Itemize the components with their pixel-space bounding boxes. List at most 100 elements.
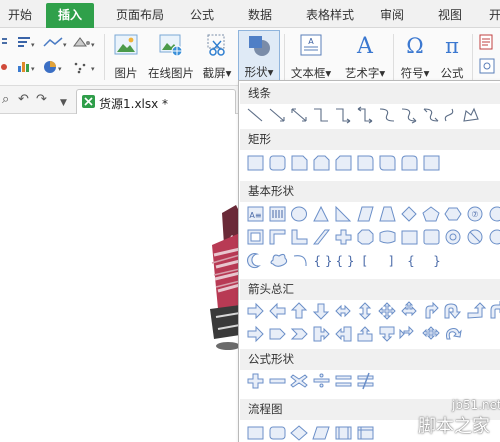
svg-text:A: A (356, 34, 374, 58)
textbox-button[interactable]: A 文本框▾ (287, 30, 335, 84)
svg-text:▾: ▾ (31, 65, 35, 73)
flowchart-shapes-row[interactable] (245, 423, 395, 442)
wordart-label: 艺术字▾ (344, 66, 386, 80)
tab-page-layout[interactable]: 页面布局 (104, 3, 176, 28)
screenshot-button[interactable]: 截屏▾ (198, 30, 236, 84)
svg-text:▾: ▾ (91, 41, 95, 49)
left-bracket-glyph: [ (363, 254, 368, 268)
chart-types-row1-icons[interactable]: ▾ ▾ ▾ (0, 34, 100, 52)
snip-diagonal-rectangle-shape (335, 155, 352, 171)
formula-button[interactable]: π 公式 (436, 30, 468, 84)
chart-types-row2-icons[interactable]: ▾ ▾ ▾ (0, 58, 100, 76)
minus-shape (269, 378, 286, 384)
round-diagonal-rectangle-shape (379, 155, 396, 171)
ribbon-separator (393, 34, 394, 80)
screenshot-label: 截屏▾ (202, 66, 232, 80)
bent-up-arrow-shape (490, 301, 500, 319)
svg-text:▾: ▾ (58, 65, 62, 73)
ribbon-tab-bar: 开始 插入 页面布局 公式 数据 表格样式 审阅 视图 开 (0, 0, 500, 28)
left-arrow-shape (269, 302, 286, 320)
redo-icon[interactable]: ↷ (36, 91, 47, 109)
quad-arrow-shape (378, 302, 396, 320)
symbol-label: 符号▾ (400, 66, 430, 80)
pentagon-arrow-shape (269, 328, 286, 340)
plain-rectangle-shape (423, 155, 440, 171)
tab-developer[interactable]: 开 (480, 3, 500, 28)
arrow-line-shape (269, 108, 285, 122)
wordart-button[interactable]: A 艺术字▾ (338, 30, 392, 84)
textbox-icon: A (300, 34, 322, 56)
internal-storage-shape (357, 426, 374, 440)
down-arrow-shape (312, 303, 330, 320)
customize-dropdown-icon[interactable]: ▼ (60, 94, 67, 112)
wps-spreadsheet-window: 开始 插入 页面布局 公式 数据 表格样式 审阅 视图 开 ▾ ▾ ▾ ▾ ▾ … (0, 0, 500, 442)
overflow-ribbon-icons[interactable] (478, 33, 500, 79)
block-arrows-grid[interactable] (245, 301, 500, 349)
brace-pair-glyph: { } (335, 254, 354, 268)
svg-text:A: A (308, 37, 314, 46)
shapes-dropdown-panel: 线条 矩形 基本形状 A≡ ⑦ {} {} [] {} 箭头总汇 公式形… (238, 80, 500, 442)
curved-connector-shape (379, 108, 395, 122)
smiley-shape (489, 229, 500, 245)
hexagon-shape (444, 207, 462, 221)
section-block-arrows: 箭头总汇 (240, 279, 500, 300)
document-tab[interactable]: 货源1.xlsx * (76, 89, 236, 114)
equation-shapes-row[interactable] (245, 371, 395, 391)
cross-shape (335, 229, 352, 245)
tab-formulas[interactable]: 公式 (180, 3, 224, 28)
left-right-up-arrow-shape (401, 301, 417, 317)
multiply-shape (290, 374, 308, 388)
curved-arrow-connector-shape (401, 108, 417, 124)
decision-shape (290, 425, 308, 441)
curved-double-arrow-connector-shape (423, 108, 439, 122)
up-arrow-callout-shape (357, 326, 373, 342)
bevel-shape (423, 229, 440, 245)
print-preview-icon[interactable]: ⌕ (2, 91, 9, 109)
shapes-button[interactable]: 形状▾ (238, 30, 280, 84)
tab-table-style[interactable]: 表格样式 (294, 3, 366, 28)
insert-online-picture-button[interactable]: 在线图片 (146, 30, 196, 84)
shapes-label: 形状▾ (244, 65, 274, 79)
omega-icon: Ω (406, 34, 423, 58)
ribbon-separator (472, 34, 473, 80)
tab-insert[interactable]: 插入 (46, 3, 94, 28)
wordart-icon: A (356, 34, 374, 58)
cube-shape (401, 230, 418, 245)
down-arrow-callout-shape (379, 326, 395, 342)
svg-text:▾: ▾ (63, 41, 67, 49)
svg-text:π: π (445, 34, 459, 58)
up-down-arrow-shape (358, 302, 372, 320)
l-shape (291, 229, 308, 245)
tab-data[interactable]: 数据 (238, 3, 282, 28)
trapezoid-shape (379, 206, 396, 222)
section-equation-shapes: 公式形状 (240, 349, 500, 370)
round-same-side-rectangle-shape (401, 155, 418, 171)
tab-home[interactable]: 开始 (0, 3, 40, 28)
picture-icon (114, 34, 138, 55)
tab-view[interactable]: 视图 (428, 3, 472, 28)
elbow-double-arrow-connector-shape (357, 106, 373, 124)
spreadsheet-file-icon (82, 95, 95, 108)
watermark-site: jb51.net (452, 398, 500, 412)
undo-icon[interactable]: ↶ (18, 91, 29, 109)
left-brace-glyph: { (407, 254, 415, 268)
inserted-photo[interactable] (210, 205, 240, 355)
insert-picture-button[interactable]: 图片 (108, 30, 144, 84)
tab-review[interactable]: 审阅 (370, 3, 414, 28)
curve-shape (444, 108, 454, 122)
right-triangle-shape (335, 205, 352, 222)
scissors-icon (207, 34, 225, 56)
basic-shapes-grid[interactable]: A≡ ⑦ {} {} [] {} (245, 204, 500, 274)
freeform-shape (463, 107, 479, 122)
left-right-arrow-callout-shape (399, 325, 414, 340)
rectangle-shapes-row[interactable] (245, 153, 485, 173)
lines-shapes-row[interactable] (245, 105, 485, 125)
right-brace-glyph: } (433, 254, 441, 268)
symbol-button[interactable]: Ω 符号▾ (396, 30, 434, 84)
pi-icon: π (445, 34, 459, 58)
data-shape (312, 426, 330, 440)
pentagon-shape (422, 206, 440, 222)
cloud-shape (270, 253, 288, 267)
up-arrow-shape (290, 302, 308, 319)
parallelogram-shape (357, 206, 374, 222)
